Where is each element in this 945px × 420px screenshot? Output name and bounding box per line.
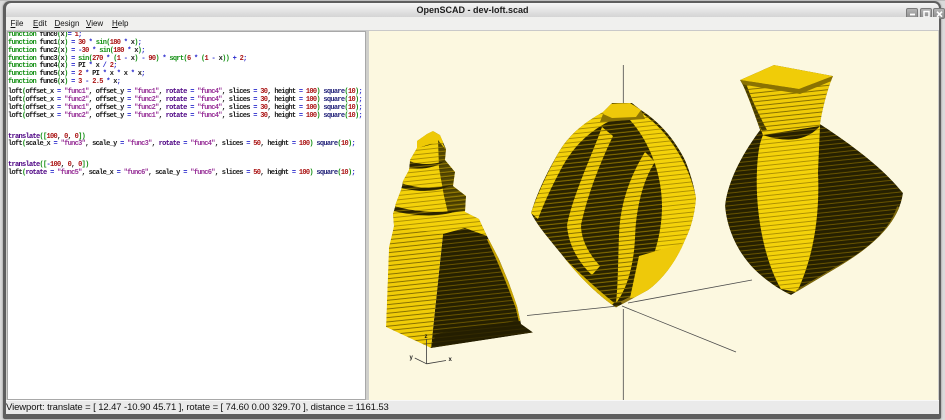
svg-text:x: x (449, 357, 453, 363)
svg-text:z: z (425, 334, 428, 340)
svg-text:y: y (410, 355, 414, 361)
